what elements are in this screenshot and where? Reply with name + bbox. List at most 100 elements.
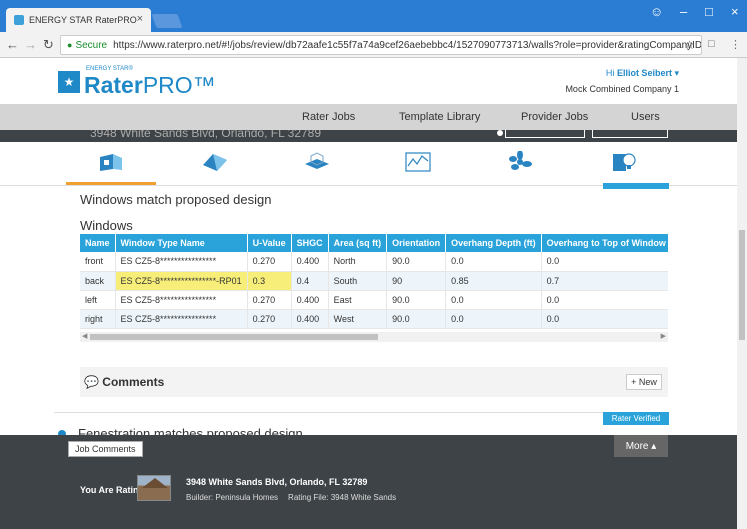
- extension-icon[interactable]: □: [708, 38, 715, 50]
- page-vertical-scrollbar[interactable]: [737, 58, 747, 529]
- cell: 0.400: [291, 252, 329, 272]
- back-arrow-icon[interactable]: ←: [6, 37, 19, 52]
- cell: 0.4: [291, 271, 329, 291]
- highlighted-cell: ES CZ5-8****************-RP01: [115, 271, 248, 291]
- section-divider: [54, 412, 668, 413]
- table-row[interactable]: left ES CZ5-8**************** 0.270 0.40…: [80, 290, 668, 310]
- user-name: Elliot Seibert: [616, 68, 672, 78]
- job-comments-button[interactable]: Job Comments: [68, 441, 143, 457]
- performance-chart-icon[interactable]: [404, 151, 432, 173]
- logo-pro-text: PRO™: [142, 72, 216, 98]
- rater-verified-badge: Rater Verified: [603, 412, 669, 425]
- logo-rater-text: Rater: [84, 72, 143, 98]
- cell: 90.0: [386, 309, 447, 329]
- section-title: Windows match proposed design: [80, 192, 272, 207]
- nav-rater-jobs[interactable]: Rater Jobs: [302, 111, 355, 123]
- col-header-overhang-top: Overhang to Top of Window (ft): [541, 234, 668, 252]
- url-input[interactable]: ● Secure https://www.raterpro.net/#!/job…: [60, 35, 702, 55]
- cell: ES CZ5-8****************: [115, 309, 248, 329]
- chevron-down-icon: ▾: [674, 68, 679, 78]
- address-bar: ← → ↻ ● Secure https://www.raterpro.net/…: [0, 32, 747, 58]
- secure-label: Secure: [75, 39, 108, 51]
- strip-button-2[interactable]: [592, 130, 668, 138]
- minimize-icon[interactable]: –: [680, 4, 687, 19]
- cell: 0.270: [247, 252, 292, 272]
- cell: 0.0: [445, 252, 542, 272]
- raterpro-logo[interactable]: ★ ENERGY STAR® Rater PRO™: [58, 64, 216, 99]
- new-tab-button[interactable]: [151, 14, 183, 28]
- cell: back: [80, 271, 116, 291]
- cell: 0.0: [541, 290, 668, 310]
- lighting-appliances-icon[interactable]: [611, 151, 639, 173]
- table-row[interactable]: right ES CZ5-8**************** 0.270 0.4…: [80, 309, 668, 329]
- scrollbar-thumb[interactable]: [90, 334, 378, 340]
- roof-icon[interactable]: [201, 151, 229, 173]
- house-thumbnail: [137, 475, 171, 501]
- reload-icon[interactable]: ↻: [43, 37, 54, 53]
- col-header-name: Name: [80, 234, 116, 252]
- table-horizontal-scrollbar[interactable]: ◀ ▶: [80, 332, 668, 342]
- site-header: ★ ENERGY STAR® Rater PRO™ Hi Elliot Seib…: [0, 58, 737, 104]
- chrome-menu-icon[interactable]: ⋮: [730, 38, 741, 51]
- url-text: https://www.raterpro.net/#!/jobs/review/…: [113, 39, 702, 51]
- cell: 0.0: [541, 252, 668, 272]
- category-icon-row: [0, 142, 737, 186]
- forward-arrow-icon[interactable]: →: [24, 37, 37, 52]
- job-address-strip: 3948 White Sands Blvd, Orlando, FL 32789: [0, 130, 737, 142]
- scroll-left-icon[interactable]: ◀: [82, 332, 87, 340]
- highlighted-cell: 0.3: [247, 271, 292, 291]
- house-roof-icon: [142, 478, 168, 488]
- cell: right: [80, 309, 116, 329]
- cell: 0.270: [247, 309, 292, 329]
- bookmark-star-icon[interactable]: ☆: [684, 38, 695, 52]
- maximize-icon[interactable]: □: [705, 4, 713, 19]
- hvac-fan-icon[interactable]: [506, 151, 534, 173]
- status-icon: [497, 130, 503, 136]
- scroll-right-icon[interactable]: ▶: [661, 332, 666, 340]
- cell: front: [80, 252, 116, 272]
- active-tab-indicator: [66, 182, 156, 185]
- energy-star-favicon-icon: [14, 15, 24, 25]
- cell: South: [328, 271, 388, 291]
- lock-icon: ●: [67, 40, 73, 50]
- cell: 90: [386, 271, 447, 291]
- comment-bubble-icon: 💬: [84, 375, 99, 389]
- col-header-orientation: Orientation: [386, 234, 447, 252]
- col-header-overhang-depth: Overhang Depth (ft): [445, 234, 542, 252]
- cell: East: [328, 290, 388, 310]
- windows-heading: Windows: [80, 218, 133, 233]
- tab-close-icon[interactable]: ×: [137, 13, 143, 25]
- energy-star-logo-icon: ★: [58, 70, 80, 93]
- close-window-icon[interactable]: ×: [731, 4, 739, 19]
- col-header-u-value: U-Value: [247, 234, 292, 252]
- nav-users[interactable]: Users: [631, 111, 660, 123]
- user-menu[interactable]: Hi Elliot Seibert ▾ Mock Combined Compan…: [565, 68, 679, 94]
- nav-template-library[interactable]: Template Library: [399, 111, 480, 123]
- strip-button-1[interactable]: [505, 130, 585, 138]
- nav-provider-jobs[interactable]: Provider Jobs: [521, 111, 588, 123]
- cell: 0.400: [291, 309, 329, 329]
- cell: left: [80, 290, 116, 310]
- cell: 0.0: [445, 290, 542, 310]
- user-greeting[interactable]: Hi Elliot Seibert ▾: [565, 68, 679, 79]
- table-row[interactable]: front ES CZ5-8**************** 0.270 0.4…: [80, 252, 668, 272]
- profile-icon[interactable]: ☺: [650, 4, 663, 19]
- page-scrollbar-thumb[interactable]: [739, 230, 745, 340]
- rating-details: Builder: Peninsula Homes Rating File: 394…: [186, 493, 396, 502]
- tab-title: ENERGY STAR RaterPRO: [29, 15, 137, 25]
- new-comment-button[interactable]: + New: [626, 374, 662, 390]
- main-nav: Rater Jobs Template Library Provider Job…: [0, 104, 737, 130]
- col-header-shgc: SHGC: [291, 234, 329, 252]
- job-address-text: 3948 White Sands Blvd, Orlando, FL 32789: [90, 130, 322, 140]
- browser-tab[interactable]: ENERGY STAR RaterPRO ×: [6, 8, 151, 32]
- cell: 0.85: [445, 271, 542, 291]
- table-row[interactable]: back ES CZ5-8****************-RP01 0.3 0…: [80, 271, 668, 291]
- top-status-badge: [603, 183, 669, 189]
- cell: ES CZ5-8****************: [115, 290, 248, 310]
- windows-table-wrapper: Name Window Type Name U-Value SHGC Area …: [80, 234, 668, 344]
- walls-icon[interactable]: [97, 151, 125, 173]
- floor-icon[interactable]: [303, 151, 331, 173]
- more-button[interactable]: More ▴: [614, 435, 668, 457]
- logo-energy-star-text: ENERGY STAR®: [86, 66, 133, 72]
- browser-titlebar: ENERGY STAR RaterPRO × ☺ – □ ×: [0, 0, 747, 32]
